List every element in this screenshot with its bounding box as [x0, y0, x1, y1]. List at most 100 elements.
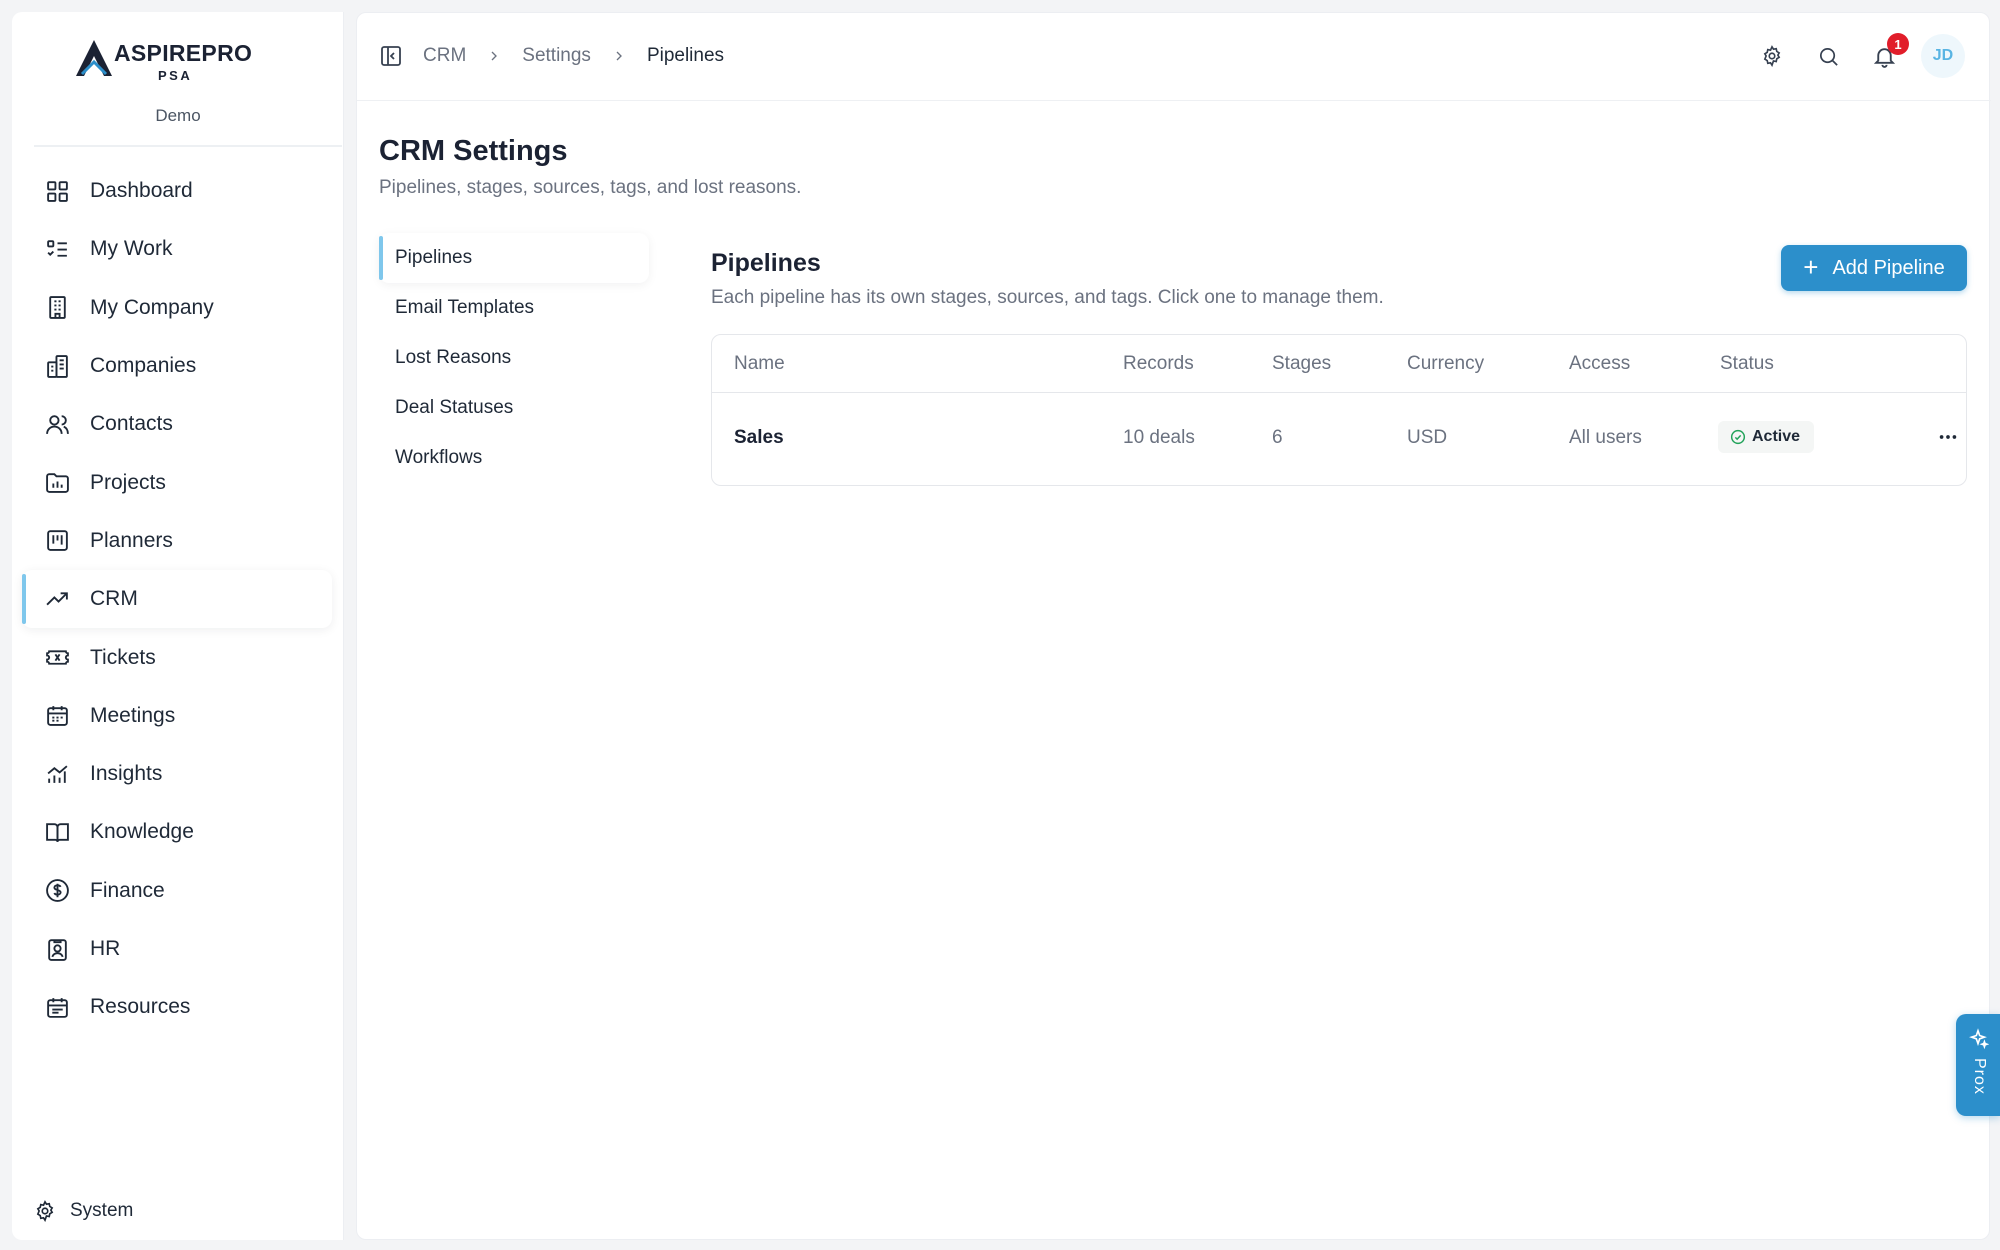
settings-button[interactable] [1759, 43, 1785, 69]
aspirepro-logo-icon [76, 40, 112, 76]
search-button[interactable] [1815, 43, 1841, 69]
sidebar-item-label: Projects [90, 470, 166, 494]
column-header-status: Status [1720, 353, 1774, 374]
user-avatar[interactable]: JD [1921, 34, 1965, 78]
sidebar-divider [34, 145, 342, 147]
row-actions-button[interactable] [1934, 425, 1962, 449]
subnav-item-pipelines[interactable]: Pipelines [379, 233, 649, 283]
sidebar-item-insights[interactable]: Insights [22, 745, 344, 803]
breadcrumb-settings[interactable]: Settings [522, 45, 591, 67]
subnav-item-lost-reasons[interactable]: Lost Reasons [379, 333, 649, 383]
pipelines-table: Name Records Stages Currency Access Stat… [711, 334, 1967, 486]
sidebar-item-companies[interactable]: Companies [22, 337, 344, 395]
calendar-list-icon [44, 994, 70, 1020]
brand-logo[interactable]: ASPIREPRO PSA Demo [12, 12, 344, 146]
buildings-icon [44, 353, 70, 379]
sidebar-item-knowledge[interactable]: Knowledge [22, 803, 344, 861]
check-circle-icon [1730, 429, 1746, 445]
sidebar-nav: Dashboard My Work My Company Companies C… [22, 162, 344, 1036]
column-header-name: Name [734, 353, 785, 374]
calendar-icon [44, 703, 70, 729]
sidebar-item-label: My Company [90, 295, 214, 319]
sidebar-item-label: Resources [90, 995, 191, 1019]
sidebar-item-label: Companies [90, 354, 197, 378]
sidebar-item-planners[interactable]: Planners [22, 512, 344, 570]
section-description: Each pipeline has its own stages, source… [711, 287, 1384, 308]
dollar-circle-icon [44, 878, 70, 904]
section-title: Pipelines [711, 249, 821, 277]
organization-name: Demo [155, 106, 201, 125]
breadcrumb-crm[interactable]: CRM [423, 45, 466, 67]
breadcrumb-pipelines: Pipelines [646, 45, 725, 66]
prox-label: Prox [1971, 1058, 1988, 1095]
breadcrumb: CRM Settings Pipelines [423, 45, 724, 67]
sidebar-item-label: System [70, 1200, 134, 1221]
prox-assistant-button[interactable]: Prox [1956, 1014, 2000, 1116]
grid-icon [44, 178, 70, 204]
notification-count-badge: 1 [1887, 33, 1909, 55]
brand-subtitle: PSA [158, 68, 193, 83]
folder-chart-icon [44, 470, 70, 496]
table-header: Name Records Stages Currency Access Stat… [712, 335, 1966, 393]
status-badge: Active [1718, 421, 1815, 453]
sidebar-item-projects[interactable]: Projects [22, 453, 344, 511]
status-label: Active [1752, 428, 1801, 445]
settings-subnav: Pipelines Email Templates Lost Reasons D… [379, 233, 649, 483]
sidebar-item-label: Contacts [90, 412, 173, 436]
table-row[interactable]: Sales 10 deals 6 USD All users Active [712, 393, 1966, 485]
sidebar-item-tickets[interactable]: Tickets [22, 628, 344, 686]
sidebar-item-my-work[interactable]: My Work [22, 220, 344, 278]
top-bar: CRM Settings Pipelines 1 JD [357, 13, 1991, 101]
column-header-access: Access [1569, 353, 1631, 374]
sidebar-item-crm[interactable]: CRM [22, 570, 332, 629]
pipeline-access: All users [1569, 427, 1642, 448]
main-panel: CRM Settings Pipelines 1 JD CRM Settings… [356, 12, 1991, 1240]
book-icon [44, 819, 70, 845]
building-icon [44, 295, 70, 321]
sidebar-item-resources[interactable]: Resources [22, 978, 344, 1036]
sidebar-item-label: HR [90, 937, 121, 960]
users-icon [44, 411, 70, 437]
brand-name: ASPIREPRO [114, 40, 253, 66]
pipeline-name: Sales [734, 427, 784, 448]
column-header-currency: Currency [1407, 353, 1485, 374]
pipeline-records: 10 deals [1123, 427, 1195, 448]
notifications-button[interactable]: 1 [1871, 33, 1909, 69]
column-header-records: Records [1123, 353, 1194, 374]
kanban-icon [44, 528, 70, 554]
sidebar-item-contacts[interactable]: Contacts [22, 395, 344, 453]
add-pipeline-button[interactable]: + Add Pipeline [1781, 245, 1967, 291]
chevron-right-icon [611, 48, 627, 64]
id-badge-icon [44, 936, 70, 962]
add-pipeline-label: Add Pipeline [1832, 256, 1945, 279]
checklist-icon [44, 236, 70, 262]
sidebar-item-label: Knowledge [90, 820, 194, 844]
subnav-item-email-templates[interactable]: Email Templates [379, 283, 649, 333]
sidebar-item-my-company[interactable]: My Company [22, 279, 344, 337]
sidebar-toggle-button[interactable] [379, 44, 403, 68]
sidebar-item-dashboard[interactable]: Dashboard [22, 162, 344, 220]
pipeline-stages: 6 [1272, 427, 1283, 448]
sidebar: ASPIREPRO PSA Demo Dashboard My Work My … [12, 12, 344, 1240]
column-header-stages: Stages [1272, 353, 1332, 374]
gear-icon [1763, 45, 1781, 67]
sidebar-item-label: Tickets [90, 645, 156, 669]
sidebar-item-label: Dashboard [90, 179, 193, 203]
sidebar-item-meetings[interactable]: Meetings [22, 687, 344, 745]
subnav-item-workflows[interactable]: Workflows [379, 433, 649, 483]
sidebar-item-label: CRM [90, 587, 138, 611]
gear-icon [34, 1200, 56, 1222]
page-title: CRM Settings [379, 135, 568, 167]
sidebar-item-hr[interactable]: HR [22, 920, 344, 978]
sidebar-item-system[interactable]: System [34, 1200, 133, 1222]
chevron-right-icon [486, 48, 502, 64]
sidebar-item-finance[interactable]: Finance [22, 862, 344, 920]
trending-up-icon [44, 586, 70, 612]
subnav-item-deal-statuses[interactable]: Deal Statuses [379, 383, 649, 433]
page-subtitle: Pipelines, stages, sources, tags, and lo… [379, 177, 802, 198]
sidebar-item-label: My Work [90, 237, 173, 261]
sidebar-item-label: Finance [90, 878, 165, 902]
sparkle-icon [1969, 1028, 1989, 1050]
bar-chart-icon [44, 761, 70, 787]
sidebar-item-label: Meetings [90, 703, 176, 727]
